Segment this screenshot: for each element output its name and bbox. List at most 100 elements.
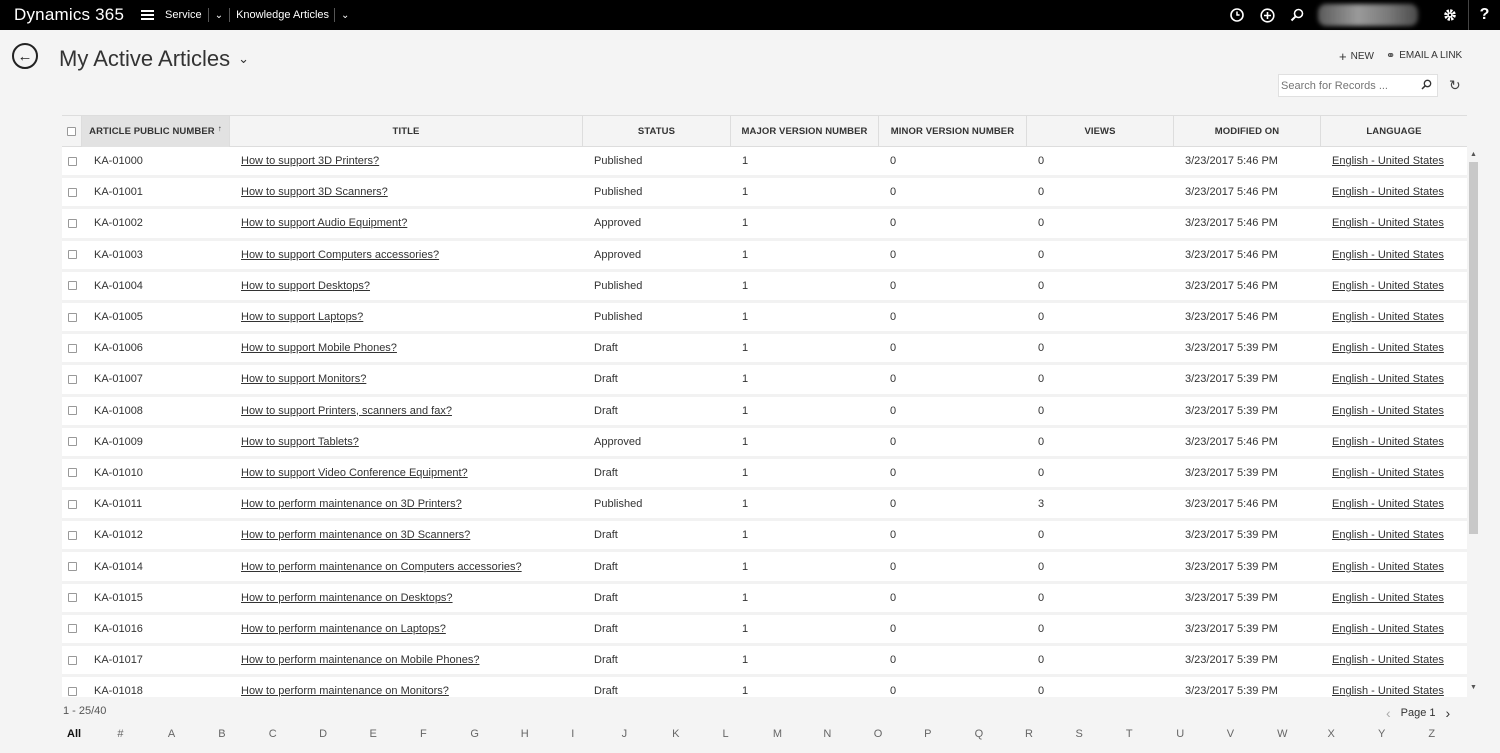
alphabet-filter-item[interactable]: E bbox=[370, 728, 420, 744]
previous-page-icon[interactable]: ‹ bbox=[1386, 705, 1391, 721]
scroll-thumb[interactable] bbox=[1469, 162, 1478, 534]
hamburger-menu-icon[interactable] bbox=[137, 0, 157, 30]
language-link[interactable]: English - United States bbox=[1332, 685, 1444, 697]
new-button[interactable]: + NEW bbox=[1339, 49, 1374, 64]
article-title-link[interactable]: How to perform maintenance on Mobile Pho… bbox=[241, 654, 479, 666]
column-header-major-version[interactable]: MAJOR VERSION NUMBER bbox=[731, 116, 879, 147]
language-link[interactable]: English - United States bbox=[1332, 373, 1444, 385]
language-link[interactable]: English - United States bbox=[1332, 280, 1444, 292]
alphabet-filter-item[interactable]: C bbox=[269, 728, 319, 744]
nav-item-knowledge-articles[interactable]: Knowledge Articles bbox=[236, 0, 329, 30]
table-row[interactable]: KA-01017 How to perform maintenance on Mo… bbox=[62, 646, 1467, 678]
next-page-icon[interactable]: › bbox=[1446, 705, 1451, 721]
table-row[interactable]: KA-01010 How to support Video Conference … bbox=[62, 459, 1467, 491]
column-header-language[interactable]: LANGUAGE bbox=[1321, 116, 1467, 147]
table-row[interactable]: KA-01000 How to support 3D Printers? Publi… bbox=[62, 147, 1467, 179]
alphabet-filter-item[interactable]: Y bbox=[1378, 728, 1428, 744]
clock-icon[interactable] bbox=[1222, 0, 1252, 30]
nav-knowledge-dropdown[interactable]: ⌄ bbox=[341, 0, 349, 30]
article-title-link[interactable]: How to perform maintenance on 3D Printer… bbox=[241, 498, 462, 510]
row-checkbox[interactable] bbox=[62, 374, 82, 384]
language-link[interactable]: English - United States bbox=[1332, 654, 1444, 666]
language-link[interactable]: English - United States bbox=[1332, 436, 1444, 448]
alphabet-filter-item[interactable]: All bbox=[67, 728, 117, 744]
row-checkbox[interactable] bbox=[62, 593, 82, 603]
alphabet-filter-item[interactable]: U bbox=[1176, 728, 1226, 744]
article-title-link[interactable]: How to support Tablets? bbox=[241, 436, 359, 448]
row-checkbox[interactable] bbox=[62, 437, 82, 447]
language-link[interactable]: English - United States bbox=[1332, 311, 1444, 323]
alphabet-filter-item[interactable]: W bbox=[1277, 728, 1327, 744]
column-header-title[interactable]: TITLE bbox=[230, 116, 583, 147]
language-link[interactable]: English - United States bbox=[1332, 529, 1444, 541]
gear-icon[interactable] bbox=[1432, 0, 1468, 30]
alphabet-filter-item[interactable]: Z bbox=[1428, 728, 1478, 744]
row-checkbox[interactable] bbox=[62, 218, 82, 228]
alphabet-filter-item[interactable]: T bbox=[1126, 728, 1176, 744]
table-row[interactable]: KA-01012 How to perform maintenance on 3D… bbox=[62, 521, 1467, 553]
language-link[interactable]: English - United States bbox=[1332, 342, 1444, 354]
article-title-link[interactable]: How to support Monitors? bbox=[241, 373, 366, 385]
row-checkbox[interactable] bbox=[62, 655, 82, 665]
alphabet-filter-item[interactable]: M bbox=[773, 728, 823, 744]
alphabet-filter-item[interactable]: P bbox=[924, 728, 974, 744]
table-row[interactable]: KA-01015 How to perform maintenance on De… bbox=[62, 584, 1467, 615]
language-link[interactable]: English - United States bbox=[1332, 623, 1444, 635]
article-title-link[interactable]: How to perform maintenance on Desktops? bbox=[241, 592, 453, 604]
alphabet-filter-item[interactable]: J bbox=[622, 728, 672, 744]
row-checkbox[interactable] bbox=[62, 187, 82, 197]
language-link[interactable]: English - United States bbox=[1332, 249, 1444, 261]
alphabet-filter-item[interactable]: K bbox=[672, 728, 722, 744]
column-header-views[interactable]: VIEWS bbox=[1027, 116, 1174, 147]
language-link[interactable]: English - United States bbox=[1332, 155, 1444, 167]
alphabet-filter-item[interactable]: X bbox=[1328, 728, 1378, 744]
row-checkbox[interactable] bbox=[62, 530, 82, 540]
article-title-link[interactable]: How to support 3D Scanners? bbox=[241, 186, 388, 198]
table-row[interactable]: KA-01016 How to perform maintenance on La… bbox=[62, 615, 1467, 646]
article-title-link[interactable]: How to support Audio Equipment? bbox=[241, 217, 407, 229]
select-all-checkbox[interactable] bbox=[62, 116, 82, 147]
alphabet-filter-item[interactable]: S bbox=[1075, 728, 1125, 744]
article-title-link[interactable]: How to support Computers accessories? bbox=[241, 249, 439, 261]
article-title-link[interactable]: How to support Video Conference Equipmen… bbox=[241, 467, 468, 479]
article-title-link[interactable]: How to support Printers, scanners and fa… bbox=[241, 405, 452, 417]
row-checkbox[interactable] bbox=[62, 406, 82, 416]
help-icon[interactable]: ? bbox=[1468, 0, 1500, 30]
alphabet-filter-item[interactable]: R bbox=[1025, 728, 1075, 744]
alphabet-filter-item[interactable]: V bbox=[1227, 728, 1277, 744]
column-header-article-number[interactable]: ARTICLE PUBLIC NUMBER ↑ bbox=[82, 116, 230, 147]
search-input[interactable] bbox=[1279, 75, 1413, 96]
article-title-link[interactable]: How to support Mobile Phones? bbox=[241, 342, 397, 354]
table-row[interactable]: KA-01004 How to support Desktops? Publishe… bbox=[62, 272, 1467, 303]
article-title-link[interactable]: How to support Desktops? bbox=[241, 280, 370, 292]
row-checkbox[interactable] bbox=[62, 312, 82, 322]
row-checkbox[interactable] bbox=[62, 250, 82, 260]
table-row[interactable]: KA-01001 How to support 3D Scanners? Publi… bbox=[62, 178, 1467, 210]
article-title-link[interactable]: How to perform maintenance on 3D Scanner… bbox=[241, 529, 470, 541]
row-checkbox[interactable] bbox=[62, 624, 82, 634]
search-icon[interactable] bbox=[1421, 79, 1432, 93]
row-checkbox[interactable] bbox=[62, 468, 82, 478]
refresh-icon[interactable]: ↻ bbox=[1449, 77, 1461, 94]
row-checkbox[interactable] bbox=[62, 156, 82, 166]
column-header-minor-version[interactable]: MINOR VERSION NUMBER bbox=[879, 116, 1027, 147]
row-checkbox[interactable] bbox=[62, 281, 82, 291]
table-row[interactable]: KA-01007 How to support Monitors? Draft 1 0 0… bbox=[62, 365, 1467, 397]
alphabet-filter-item[interactable]: # bbox=[117, 728, 167, 744]
alphabet-filter-item[interactable]: H bbox=[521, 728, 571, 744]
table-row[interactable]: KA-01008 How to support Printers, scanner… bbox=[62, 397, 1467, 428]
search-icon[interactable] bbox=[1282, 0, 1312, 30]
table-row[interactable]: KA-01005 How to support Laptops? Published… bbox=[62, 303, 1467, 335]
language-link[interactable]: English - United States bbox=[1332, 561, 1444, 573]
language-link[interactable]: English - United States bbox=[1332, 405, 1444, 417]
alphabet-filter-item[interactable]: I bbox=[571, 728, 621, 744]
language-link[interactable]: English - United States bbox=[1332, 467, 1444, 479]
email-link-button[interactable]: ⚭ EMAIL A LINK bbox=[1386, 49, 1462, 62]
table-row[interactable]: KA-01014 How to perform maintenance on Co… bbox=[62, 552, 1467, 584]
table-row[interactable]: KA-01011 How to perform maintenance on 3D… bbox=[62, 490, 1467, 522]
table-row[interactable]: KA-01003 How to support Computers accesso… bbox=[62, 241, 1467, 272]
plus-circle-icon[interactable] bbox=[1252, 0, 1282, 30]
app-brand[interactable]: Dynamics 365 bbox=[0, 5, 137, 25]
language-link[interactable]: English - United States bbox=[1332, 498, 1444, 510]
grid-scrollbar[interactable]: ▲ ▼ bbox=[1467, 148, 1480, 697]
